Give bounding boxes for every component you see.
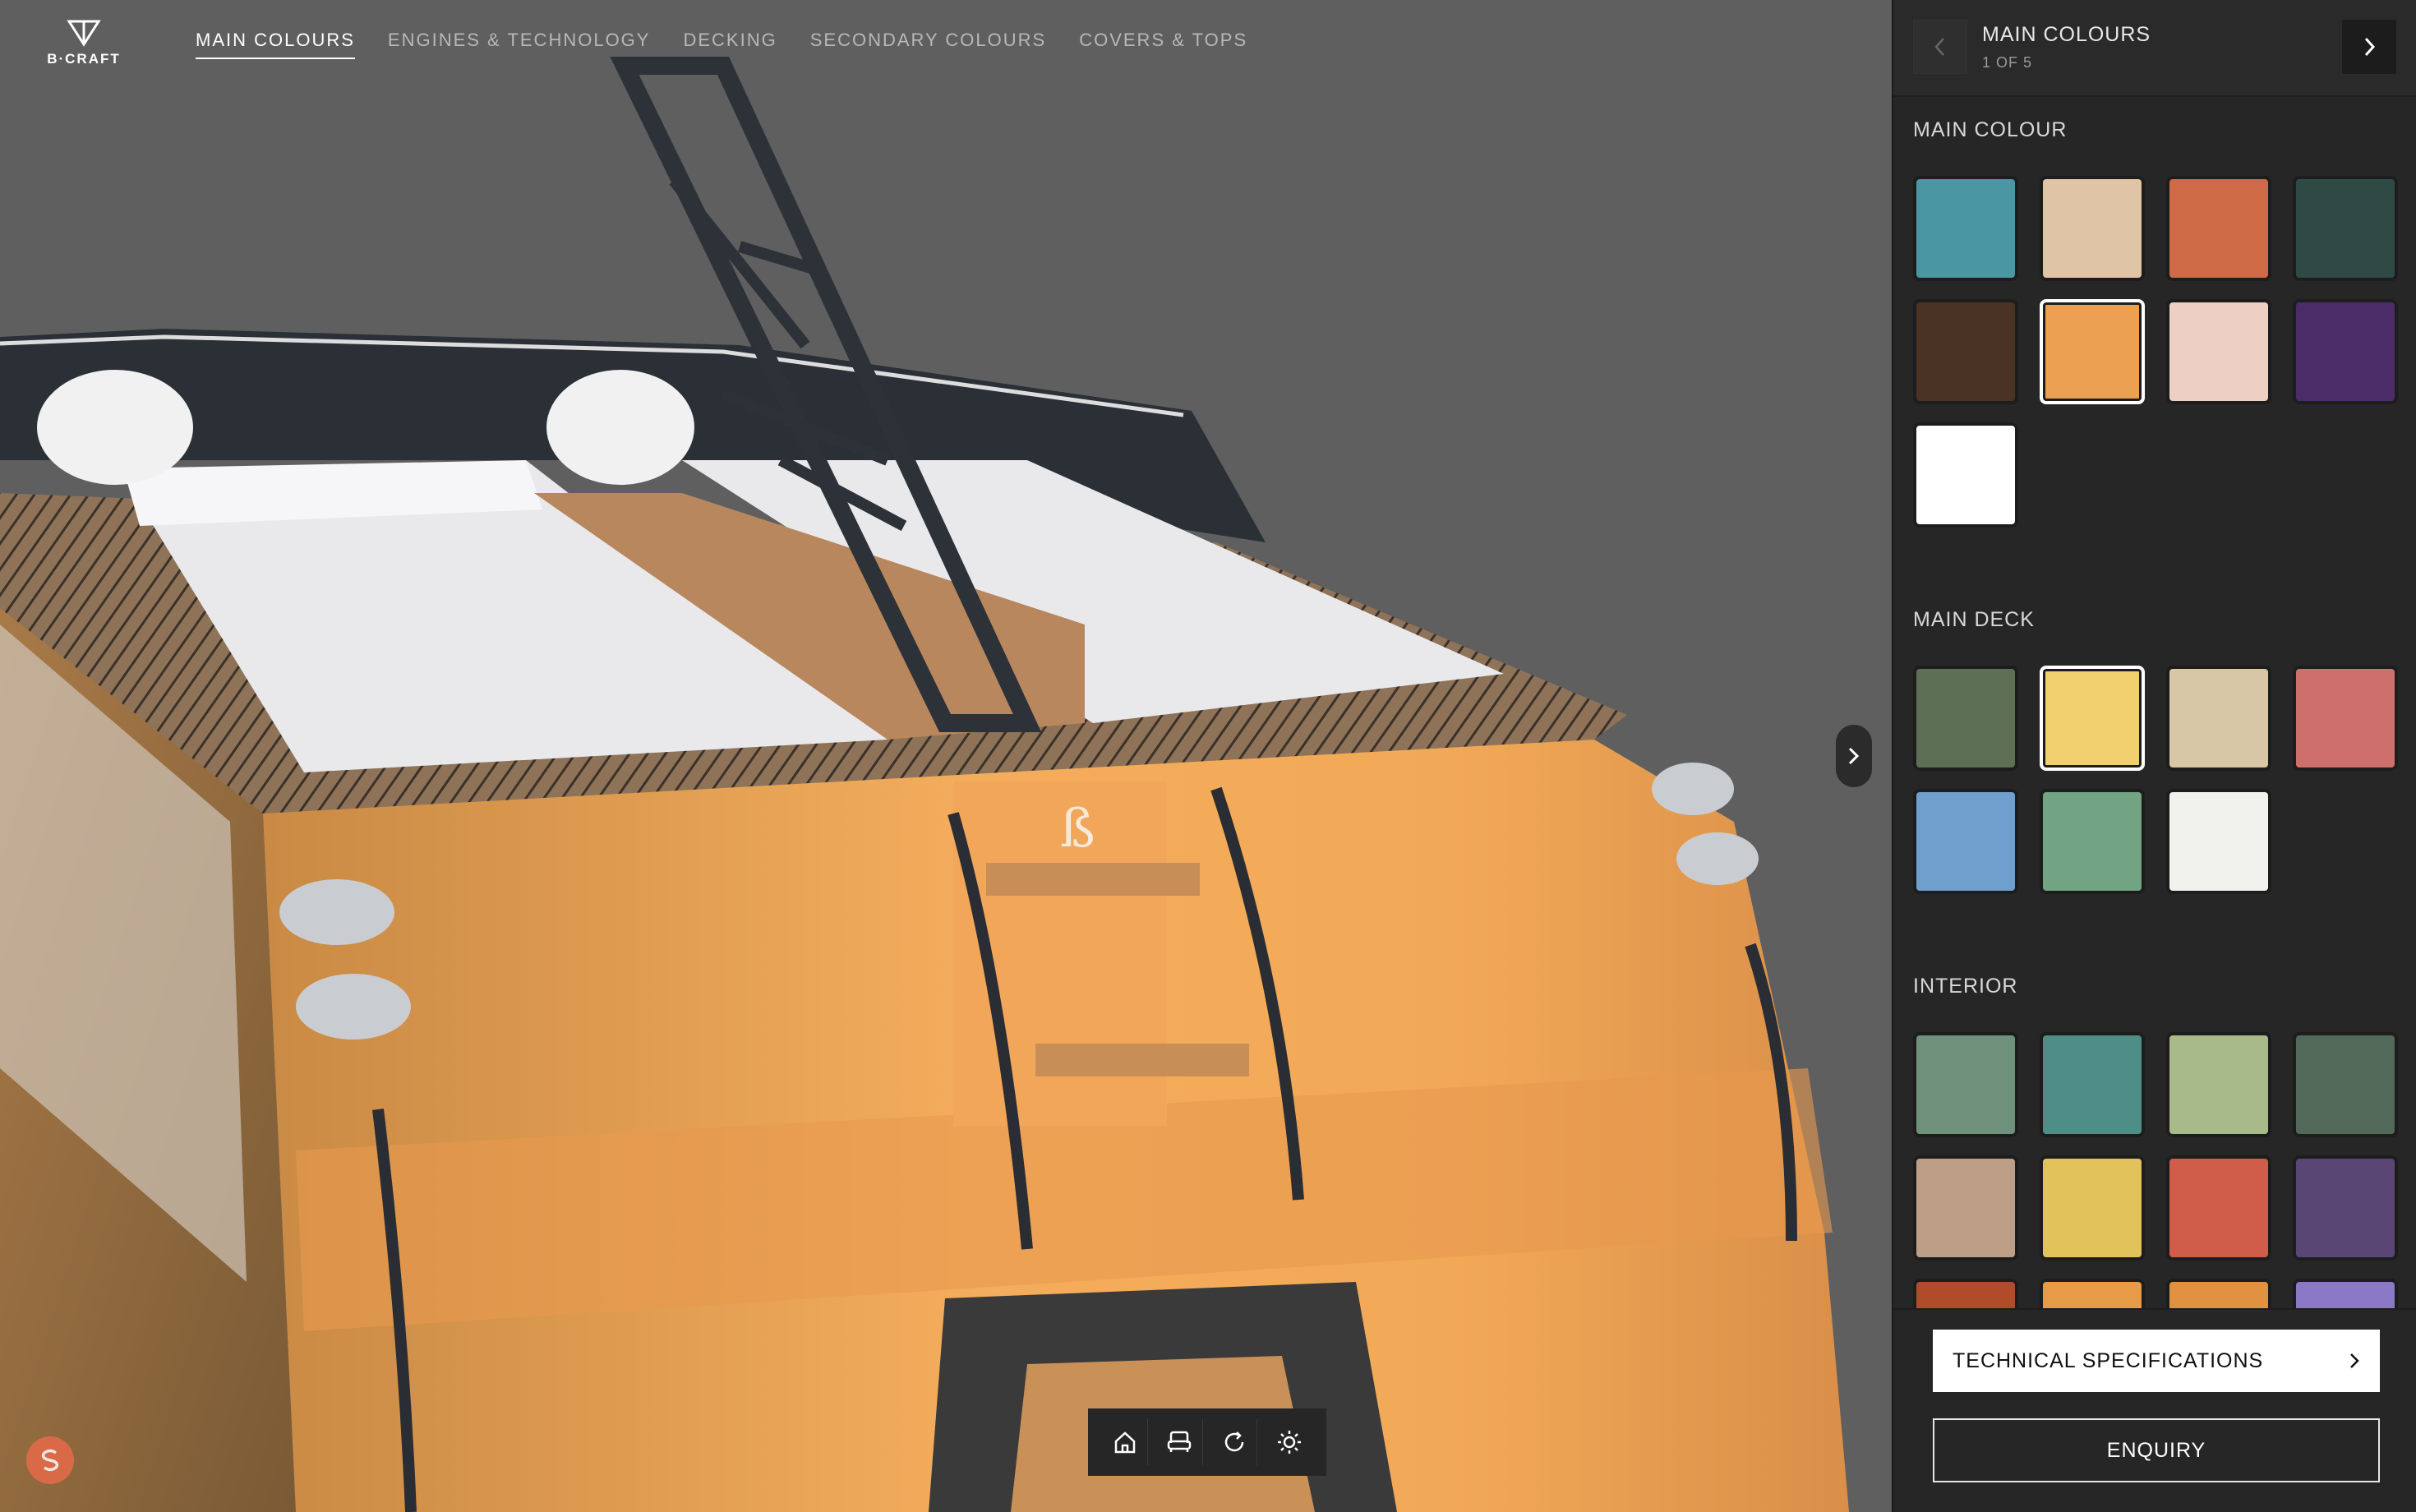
colour-swatch[interactable] xyxy=(2040,1279,2145,1308)
colour-swatch[interactable] xyxy=(2293,666,2398,771)
section-title-interior: INTERIOR xyxy=(1913,975,2018,998)
collapse-panel-button[interactable] xyxy=(1836,725,1872,787)
colour-swatch[interactable] xyxy=(1913,1279,2018,1308)
colour-swatch[interactable] xyxy=(2166,299,2271,404)
step-title: MAIN COLOURS xyxy=(1982,23,2151,46)
configurator-panel: MAIN COLOURS 1 OF 5 MAIN COLOUR MAIN DEC… xyxy=(1892,0,2416,1512)
top-navigation: MAIN COLOURS ENGINES & TECHNOLOGY DECKIN… xyxy=(196,30,1247,59)
view-toolbar xyxy=(1088,1408,1326,1476)
colour-swatch[interactable] xyxy=(2166,176,2271,281)
colour-swatch[interactable] xyxy=(2166,789,2271,894)
svg-text:ß: ß xyxy=(1060,799,1095,860)
chevron-left-icon xyxy=(1934,38,1944,56)
rotate-view-button[interactable] xyxy=(1211,1419,1258,1465)
interior-view-button[interactable] xyxy=(1157,1419,1203,1465)
technical-specifications-label: TECHNICAL SPECIFICATIONS xyxy=(1953,1348,2264,1372)
section-title-main-deck: MAIN DECK xyxy=(1913,608,2035,631)
previous-step-button[interactable] xyxy=(1913,20,1967,74)
enquiry-button[interactable]: ENQUIRY xyxy=(1933,1418,2380,1482)
colour-swatch[interactable] xyxy=(2040,299,2145,404)
nav-engines-technology[interactable]: ENGINES & TECHNOLOGY xyxy=(388,30,651,59)
home-icon xyxy=(1114,1431,1135,1454)
colour-swatch[interactable] xyxy=(2166,1155,2271,1261)
colour-swatch[interactable] xyxy=(2166,1279,2271,1308)
bcraft-logo[interactable]: B·CRAFT xyxy=(38,18,130,69)
logo-mark-icon xyxy=(67,20,101,47)
nav-decking[interactable]: DECKING xyxy=(683,30,777,59)
swatch-grid-interior xyxy=(1913,1032,2398,1308)
step-counter: 1 OF 5 xyxy=(1982,54,2033,71)
section-title-main-colour: MAIN COLOUR xyxy=(1913,118,2068,141)
colour-swatch[interactable] xyxy=(1913,299,2018,404)
nav-main-colours[interactable]: MAIN COLOURS xyxy=(196,30,355,59)
home-view-button[interactable] xyxy=(1102,1419,1149,1465)
nav-secondary-colours[interactable]: SECONDARY COLOURS xyxy=(810,30,1046,59)
colour-swatch[interactable] xyxy=(2040,176,2145,281)
colour-swatch[interactable] xyxy=(2166,666,2271,771)
colour-swatch[interactable] xyxy=(2293,299,2398,404)
colour-swatch[interactable] xyxy=(2166,1032,2271,1137)
colour-swatch[interactable] xyxy=(2040,789,2145,894)
logo-text: B·CRAFT xyxy=(47,51,121,67)
colour-swatch[interactable] xyxy=(2040,1155,2145,1261)
colour-swatch[interactable] xyxy=(1913,422,2018,528)
sun-icon xyxy=(1277,1431,1301,1454)
boat-render[interactable]: ß xyxy=(0,0,1892,1512)
panel-footer: TECHNICAL SPECIFICATIONS ENQUIRY xyxy=(1893,1308,2416,1512)
colour-swatch[interactable] xyxy=(2293,1279,2398,1308)
refresh-icon xyxy=(1224,1431,1243,1452)
swatch-grid-main-colour xyxy=(1913,176,2398,528)
chevron-right-icon xyxy=(2364,37,2376,57)
colour-swatch[interactable] xyxy=(2293,1155,2398,1261)
nav-covers-tops[interactable]: COVERS & TOPS xyxy=(1079,30,1247,59)
colour-swatch[interactable] xyxy=(1913,666,2018,771)
colour-swatch[interactable] xyxy=(1913,789,2018,894)
colour-swatch[interactable] xyxy=(1913,1155,2018,1261)
seat-icon xyxy=(1168,1431,1192,1452)
colour-swatch[interactable] xyxy=(1913,1032,2018,1137)
builder-badge[interactable] xyxy=(26,1436,74,1484)
chevron-right-icon xyxy=(1848,747,1860,765)
colour-swatch[interactable] xyxy=(1913,176,2018,281)
options-scroll-area[interactable]: MAIN COLOUR MAIN DECK INTERIOR xyxy=(1893,99,2416,1308)
3d-viewport[interactable]: ß B·CRAFT MAIN COLOURS ENGINES & TECHNOL… xyxy=(0,0,1892,1512)
next-step-button[interactable] xyxy=(2342,20,2396,74)
s-logo-icon xyxy=(41,1449,59,1472)
colour-swatch[interactable] xyxy=(2040,666,2145,771)
colour-swatch[interactable] xyxy=(2040,1032,2145,1137)
technical-specifications-button[interactable]: TECHNICAL SPECIFICATIONS xyxy=(1933,1330,2380,1392)
chevron-right-icon xyxy=(2350,1353,2359,1368)
swatch-grid-main-deck xyxy=(1913,666,2398,894)
lighting-button[interactable] xyxy=(1266,1419,1312,1465)
panel-header: MAIN COLOURS 1 OF 5 xyxy=(1893,0,2416,97)
colour-swatch[interactable] xyxy=(2293,1032,2398,1137)
colour-swatch[interactable] xyxy=(2293,176,2398,281)
